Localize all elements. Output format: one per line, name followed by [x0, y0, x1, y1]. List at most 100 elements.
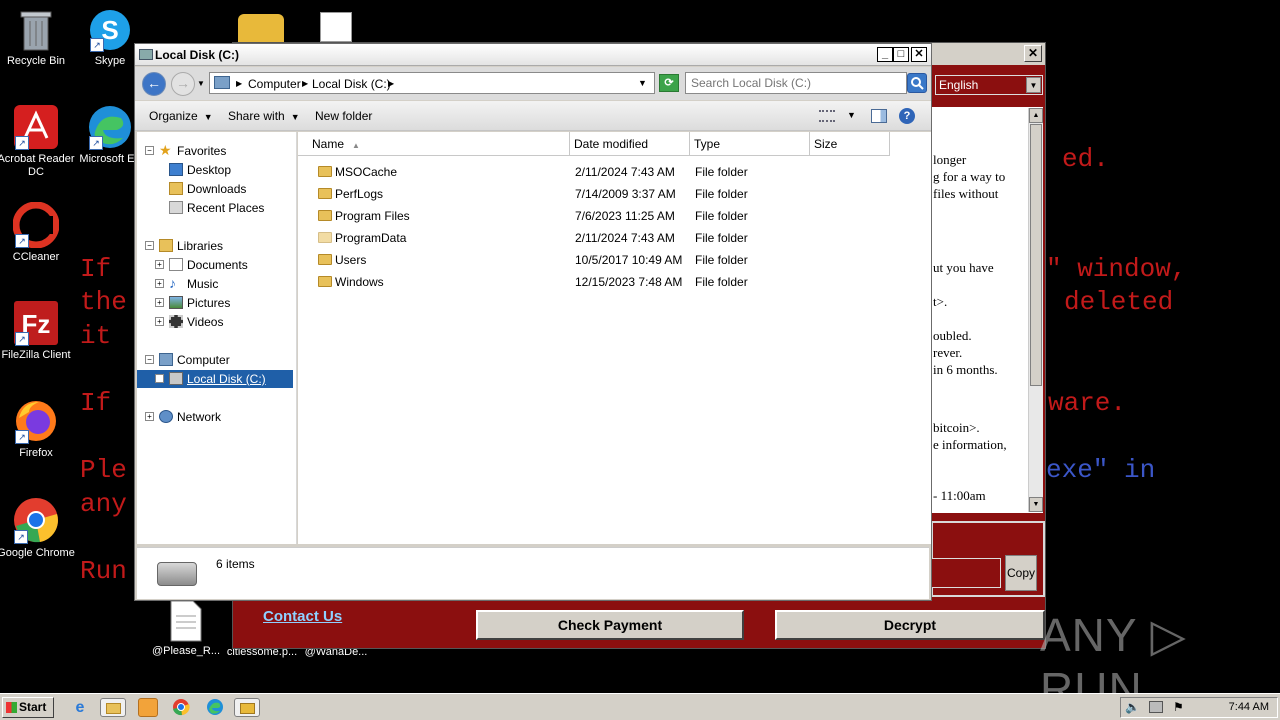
desktop-icon-partial[interactable]	[320, 12, 352, 42]
copy-button[interactable]: Copy	[1005, 555, 1037, 591]
nav-label: Desktop	[187, 163, 232, 177]
share-with-button[interactable]: Share with ▼	[228, 109, 300, 123]
contact-us-link[interactable]: Contact Us	[263, 608, 342, 625]
scroll-up-icon[interactable]: ▲	[1029, 108, 1043, 123]
recent-pages-chevron-icon[interactable]: ▼	[197, 79, 205, 88]
nav-favorites[interactable]: − ★ Favorites	[137, 142, 295, 160]
action-center-icon[interactable]: ⚑	[1173, 700, 1184, 714]
table-row[interactable]: MSOCache 2/11/2024 7:43 AM File folder	[298, 161, 931, 183]
explorer-titlebar[interactable]: Local Disk (C:) _ □ ✕	[135, 44, 931, 66]
view-dropdown-icon[interactable]: ▼	[847, 110, 856, 120]
desktop-icon-acrobat[interactable]: ↗ Acrobat Reader DC	[0, 104, 76, 179]
ransom-scrollbar[interactable]: ▲ ▼	[1028, 108, 1043, 512]
shortcut-arrow-icon: ↗	[90, 38, 104, 52]
nav-computer[interactable]: − Computer	[137, 351, 295, 369]
expand-icon[interactable]: +	[155, 260, 164, 269]
decrypt-button[interactable]: Decrypt	[775, 610, 1045, 640]
nav-downloads[interactable]: Downloads	[137, 180, 295, 198]
ransom-close-button[interactable]: ✕	[1024, 45, 1042, 62]
nav-pictures[interactable]: + Pictures	[137, 294, 295, 312]
clock[interactable]: 7:44 AM	[1229, 701, 1269, 713]
bg-ransom-text: Run	[80, 556, 127, 586]
check-payment-button[interactable]: Check Payment	[476, 610, 744, 640]
bg-ransom-text: deleted	[1064, 287, 1174, 317]
bg-ransom-text: ware.	[1048, 388, 1127, 418]
refresh-icon[interactable]: ⟳	[659, 74, 679, 92]
nav-music[interactable]: + ♪ Music	[137, 275, 295, 293]
edge-icon[interactable]	[206, 698, 226, 717]
scroll-thumb[interactable]	[1030, 124, 1042, 386]
close-button[interactable]: ✕	[911, 47, 927, 62]
start-button[interactable]: Start	[2, 697, 54, 718]
desktop-icon-partial[interactable]	[238, 14, 284, 42]
column-header-date-modified[interactable]: Date modified	[570, 132, 690, 156]
expand-icon[interactable]: +	[145, 412, 154, 421]
table-row[interactable]: ProgramData 2/11/2024 7:43 AM File folder	[298, 227, 931, 249]
chrome-icon[interactable]	[172, 698, 192, 717]
address-dropdown-icon[interactable]: ▼	[638, 78, 647, 88]
view-options-icon[interactable]	[819, 110, 835, 122]
nav-recent-places[interactable]: Recent Places	[137, 199, 295, 217]
search-icon[interactable]	[907, 73, 927, 93]
explorer-taskbar-icon[interactable]	[100, 698, 126, 717]
table-row[interactable]: PerfLogs 7/14/2009 3:37 AM File folder	[298, 183, 931, 205]
ie-icon[interactable]: e	[70, 698, 90, 717]
ransom-text-line: longer	[933, 152, 967, 167]
collapse-icon[interactable]: −	[145, 241, 154, 250]
expand-icon[interactable]: +	[155, 279, 164, 288]
language-select[interactable]: English ▼	[935, 75, 1043, 95]
collapse-icon[interactable]: −	[145, 355, 154, 364]
desktop-icon-recycle-bin[interactable]: Recycle Bin	[0, 8, 76, 68]
desktop-icon-chrome[interactable]: ↗ Google Chrome	[0, 496, 76, 560]
table-row[interactable]: Windows 12/15/2023 7:48 AM File folder	[298, 271, 931, 293]
table-row[interactable]: Users 10/5/2017 10:49 AM File folder	[298, 249, 931, 271]
nav-videos[interactable]: + Videos	[137, 313, 295, 331]
desktop-icon-please-read[interactable]: @Please_R...	[146, 600, 226, 658]
desktop-icon-filezilla[interactable]: Fz ↗ FileZilla Client	[0, 300, 76, 362]
address-bar-area: ← → ▼ ▶ Computer ▶ Local Disk (C:) ▶ ▼ ⟳	[135, 67, 931, 100]
breadcrumb-local-disk[interactable]: Local Disk (C:)	[312, 77, 391, 91]
table-row[interactable]: Program Files 7/6/2023 11:25 AM File folde…	[298, 205, 931, 227]
taskbar: Start e 🔈 ⚑ 7:44 AM	[0, 693, 1280, 720]
column-header-type[interactable]: Type	[690, 132, 810, 156]
help-icon[interactable]: ?	[899, 108, 915, 124]
scroll-down-icon[interactable]: ▼	[1029, 497, 1043, 512]
expand-icon[interactable]: +	[155, 317, 164, 326]
network-tray-icon[interactable]	[1149, 701, 1163, 713]
preview-pane-icon[interactable]	[871, 109, 887, 123]
bitcoin-address-field[interactable]	[931, 558, 1001, 588]
nav-network[interactable]: + Network	[137, 408, 295, 426]
new-folder-button[interactable]: New folder	[315, 109, 372, 123]
search-box[interactable]	[685, 72, 907, 94]
column-header-name[interactable]: Name ▲	[298, 132, 570, 156]
expand-icon[interactable]: +	[155, 298, 164, 307]
search-input[interactable]	[691, 74, 891, 92]
nav-libraries[interactable]: − Libraries	[137, 237, 295, 255]
media-player-icon[interactable]	[138, 698, 158, 717]
share-with-label: Share with	[228, 109, 285, 123]
explorer-window[interactable]: Local Disk (C:) _ □ ✕ ← → ▼ ▶ Computer ▶…	[134, 43, 932, 601]
minimize-button[interactable]: _	[877, 47, 893, 62]
computer-icon	[214, 76, 230, 89]
organize-button[interactable]: Organize ▼	[149, 109, 213, 123]
collapse-icon[interactable]: −	[145, 146, 154, 155]
column-header-size[interactable]: Size	[810, 132, 890, 156]
nav-desktop[interactable]: Desktop	[137, 161, 295, 179]
key-icon	[240, 703, 255, 714]
breadcrumb-computer[interactable]: Computer	[248, 77, 301, 91]
nav-local-disk[interactable]: + Local Disk (C:)	[137, 370, 293, 388]
back-button[interactable]: ←	[142, 72, 166, 96]
nav-label: Videos	[187, 315, 224, 329]
language-value: English	[939, 78, 979, 92]
forward-button[interactable]: →	[171, 72, 195, 96]
address-bar[interactable]: ▶ Computer ▶ Local Disk (C:) ▶ ▼	[209, 72, 655, 94]
expand-icon[interactable]: +	[155, 374, 164, 383]
desktop-icon-ccleaner[interactable]: ↗ CCleaner	[0, 201, 76, 264]
desktop-icon-firefox[interactable]: ↗ Firefox	[0, 398, 76, 460]
bg-ransom-text: ed.	[1062, 144, 1109, 174]
file-type: File folder	[695, 253, 748, 267]
wanna-decryptor-taskbar-icon[interactable]	[234, 698, 260, 717]
nav-documents[interactable]: + Documents	[137, 256, 295, 274]
volume-icon[interactable]: 🔈	[1125, 700, 1140, 714]
maximize-button[interactable]: □	[893, 47, 909, 62]
